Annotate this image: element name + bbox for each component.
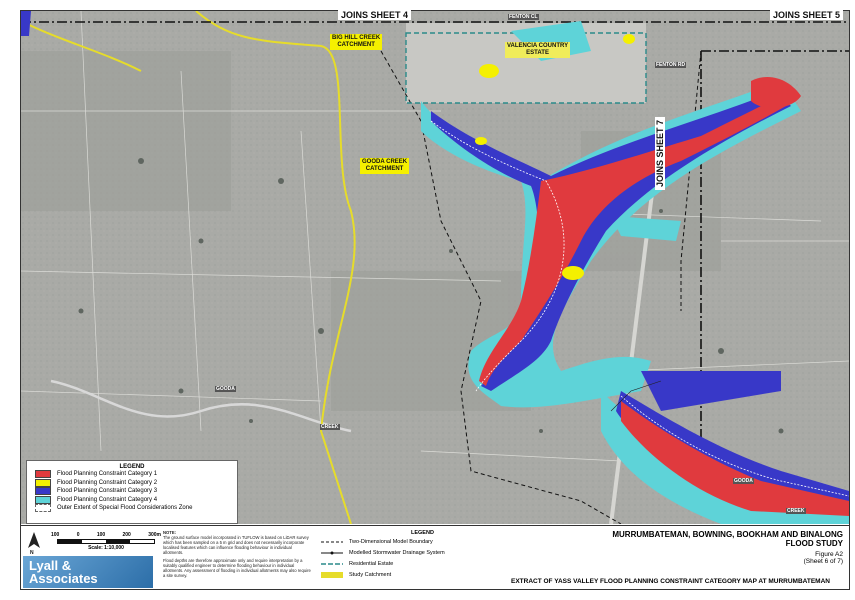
scale-bar: 100 0 100 200 300m Scale: 1:10,000	[51, 532, 161, 551]
catchment-swatch	[321, 571, 343, 578]
scale-tick: 300m	[148, 532, 161, 538]
note-paragraph-2: Flood depths are therefore approximate o…	[163, 558, 311, 578]
creek-right-label: CREEK	[786, 508, 806, 514]
company-logo: Lyall & Associates	[23, 556, 153, 588]
fenton-road-label: FENTON RD	[655, 62, 687, 68]
legend-item-residential: Residential Estate	[321, 558, 501, 569]
sheet-label-5: JOINS SHEET 5	[770, 10, 844, 20]
figure-number: Figure A2	[815, 551, 843, 558]
legend-label: Modelled Stormwater Drainage System	[349, 549, 445, 556]
creek-road-label: CREEK	[320, 424, 340, 430]
legend-item-outer-extent: Outer Extent of Special Flood Considerat…	[35, 504, 237, 513]
legend-label: Two-Dimensional Model Boundary	[349, 538, 433, 545]
legend-swatch	[35, 487, 51, 496]
legend-label: Outer Extent of Special Flood Considerat…	[57, 505, 193, 512]
scale-label: Scale: 1:10,000	[88, 545, 124, 551]
scale-tick: 0	[76, 532, 80, 538]
info-panel: N 100 0 100 200 300m Scale: 1:10,000 Lya…	[21, 525, 849, 590]
legend-swatch	[35, 478, 51, 487]
scale-tick: 100	[96, 532, 106, 538]
title-line-2: FLOOD STUDY	[785, 539, 843, 548]
scale-tick: 100	[51, 532, 60, 538]
sheet-label-4: JOINS SHEET 4	[338, 10, 412, 20]
gooda-right-label: GOODA	[733, 478, 754, 484]
legend-swatch	[35, 470, 51, 479]
legend-swatch	[35, 504, 51, 513]
legend-label: Flood Planning Constraint Category 3	[57, 488, 158, 495]
legend-item-cat1: Flood Planning Constraint Category 1	[35, 470, 237, 479]
legend-item-model-boundary: Two-Dimensional Model Boundary	[321, 536, 501, 547]
figure-caption: EXTRACT OF YASS VALLEY FLOOD PLANNING CO…	[511, 578, 830, 585]
estate-line-icon	[321, 562, 343, 565]
legend-swatch	[35, 495, 51, 504]
logo-line-2: Associates	[29, 571, 98, 586]
bottom-legend: LEGEND Two-Dimensional Model Boundary Mo…	[321, 530, 501, 580]
legend-label: Residential Estate	[349, 560, 394, 567]
title-line-1: MURRUMBATEMAN, BOWNING, BOOKHAM AND BINA…	[612, 530, 843, 539]
legend-item-cat2: Flood Planning Constraint Category 2	[35, 478, 237, 488]
flood-map	[21, 11, 849, 524]
legend-item-catchment: Study Catchment	[321, 569, 501, 580]
note-paragraph-1: The ground surface model incorporated in…	[163, 535, 309, 555]
legend-label: Flood Planning Constraint Category 4	[57, 496, 158, 503]
sheet-number: (Sheet 6 of 7)	[803, 558, 843, 565]
legend-label: Flood Planning Constraint Category 1	[57, 471, 158, 478]
legend-item-drainage: Modelled Stormwater Drainage System	[321, 547, 501, 558]
gooda-road-label: GOODA	[215, 386, 236, 392]
sheet-label-7: JOINS SHEET 7	[655, 116, 665, 190]
legend-label: Study Catchment	[349, 571, 392, 578]
big-hill-catchment-label: BIG HILL CREEK CATCHMENT	[330, 34, 383, 50]
scale-tick: 200	[122, 532, 131, 538]
legend-item-cat3: Flood Planning Constraint Category 3	[35, 487, 237, 496]
note-block: NOTE: The ground surface model incorpora…	[163, 530, 313, 578]
drainage-line-icon	[321, 551, 343, 554]
gooda-catchment-label: GOODA CREEK CATCHMENT	[360, 158, 410, 174]
dashed-line-icon	[321, 541, 343, 542]
map-legend: LEGEND Flood Planning Constraint Categor…	[26, 460, 238, 524]
fenton-label: FENTON CL	[508, 14, 539, 20]
valencia-estate-label: VALENCIA COUNTRY ESTATE	[505, 42, 571, 58]
scale-bar-graphic	[57, 539, 155, 544]
legend-label: Flood Planning Constraint Category 2	[57, 479, 158, 486]
legend-item-cat4: Flood Planning Constraint Category 4	[35, 495, 237, 505]
title-block: MURRUMBATEMAN, BOWNING, BOOKHAM AND BINA…	[612, 530, 843, 565]
north-arrow-icon	[28, 532, 40, 548]
